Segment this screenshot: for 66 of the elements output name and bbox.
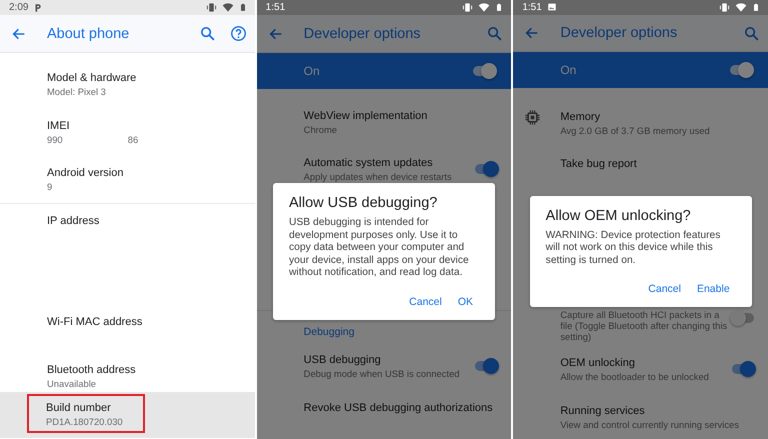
dialog-title: Allow OEM unlocking? [546,208,692,224]
setting-summary: Debug mode when USB is connected [304,368,460,379]
toggle-switch[interactable] [730,309,756,327]
dialog-title: Allow USB debugging? [289,195,438,212]
setting-summary: View and control currently running services [560,419,740,430]
battery-icon [238,2,247,13]
dialog-message: USB debugging is intended for development purposes only. Use it to copy data between your computer and your device, install apps on your device without notification, and read log data. [289,217,470,280]
setting-title[interactable]: Build number [46,400,123,416]
setting-summary: Allow the bootloader to be unlocked [560,371,710,382]
setting-title[interactable]: USB debugging [304,352,472,368]
search-icon[interactable] [486,25,504,42]
switch-label: On [304,64,321,78]
toggle-switch[interactable] [728,61,754,80]
setting-title[interactable]: OEM unlocking [560,355,728,371]
battery-icon [495,2,504,13]
setting-summary: 9 [47,181,54,192]
toggle-switch[interactable] [473,356,500,374]
wifi-icon [222,2,234,13]
setting-title[interactable]: Memory [560,109,756,125]
dialog-button[interactable]: OK [452,290,479,314]
setting-title[interactable]: Take bug report [560,156,756,172]
wifi-icon [478,2,490,13]
vibrate-icon [206,2,217,13]
search-icon[interactable] [198,25,216,42]
setting-title[interactable]: Android version [47,165,243,181]
setting-summary: 990 86 [47,134,140,145]
setting-summary: Model: Pixel 3 [47,86,107,97]
setting-title[interactable]: IP address [47,213,243,229]
status-time: 2:09 [9,2,28,13]
setting-title[interactable]: Model & hardware [47,70,243,86]
status-time: 1:51 [522,2,542,13]
vibrate-icon [462,2,474,13]
setting-title[interactable]: Revoke USB debugging authorizations [304,400,500,416]
setting-title[interactable]: Wi-Fi MAC address [47,314,243,330]
dialog-button[interactable]: Cancel [642,277,687,302]
setting-summary: Capture all Bluetooth HCI packets in a file (Toggle Bluetooth after changing this setting) [560,309,728,342]
toggle-switch[interactable] [730,360,756,378]
setting-summary: Avg 2.0 GB of 3.7 GB memory used [560,125,711,136]
status-time: 1:51 [266,2,286,13]
search-icon[interactable] [743,24,760,42]
setting-summary: Chrome [304,124,338,135]
setting-summary: Unavailable [47,378,97,389]
screen-title: About phone [47,26,130,42]
setting-title[interactable]: Running services [560,403,756,419]
battery-icon [752,2,760,13]
p-letter-icon [33,2,44,12]
dialog-button[interactable]: Enable [690,277,736,302]
screen-title: Developer options [560,25,678,42]
setting-title[interactable]: Bluetooth address [47,362,243,378]
image-icon [546,2,557,12]
toggle-switch[interactable] [473,160,500,178]
help-icon[interactable] [230,25,247,42]
dialog-message: WARNING: Device protection features will not work on this device while this setting is turned on. [546,230,722,268]
setting-title[interactable]: Automatic system updates [304,155,472,171]
switch-label: On [560,63,578,78]
vibrate-icon [719,2,730,13]
chip-icon [524,109,542,126]
setting-summary: PD1A.180720.030 [46,416,123,427]
screen-title: Developer options [304,26,421,42]
wifi-icon [735,2,748,13]
setting-summary: Apply updates when device restarts [304,171,453,182]
setting-title[interactable]: IMEI [47,118,243,134]
dialog-button[interactable]: Cancel [403,290,448,314]
toggle-switch[interactable] [471,62,498,80]
section-header: Debugging [302,325,356,340]
setting-title[interactable]: WebView implementation [304,108,500,124]
